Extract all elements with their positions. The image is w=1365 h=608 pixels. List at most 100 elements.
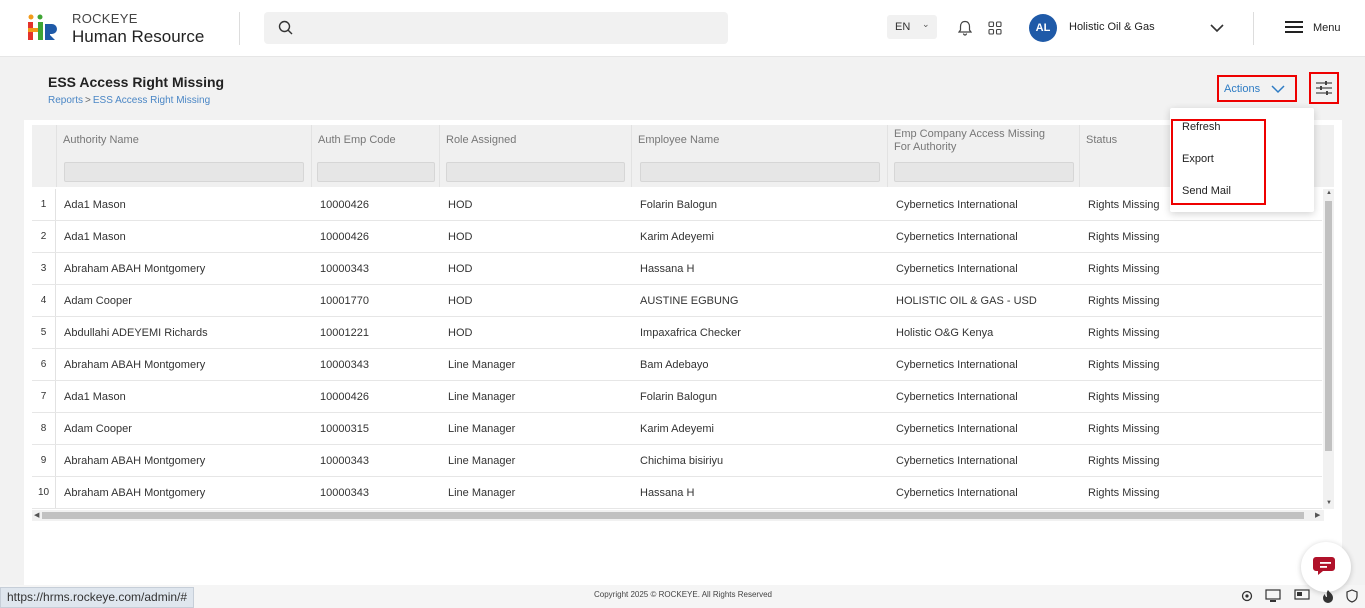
- brand[interactable]: ROCKEYE Human Resource: [72, 11, 204, 47]
- table-row[interactable]: 10 Abraham ABAH Montgomery 10000343 Line…: [32, 477, 1322, 509]
- scroll-right-arrow-icon[interactable]: ▶: [1315, 511, 1320, 519]
- menu-label[interactable]: Menu: [1313, 22, 1341, 34]
- language-select[interactable]: EN ⌄: [887, 15, 937, 39]
- column-title: Employee Name: [638, 134, 720, 146]
- cell-company: Cybernetics International: [896, 487, 1018, 499]
- cell-authority: Abraham ABAH Montgomery: [64, 487, 206, 499]
- cell-status: Rights Missing: [1088, 455, 1160, 467]
- chevron-down-icon: [1271, 85, 1285, 94]
- bell-icon[interactable]: [958, 20, 972, 36]
- column-header-role-assigned[interactable]: Role Assigned: [439, 125, 631, 187]
- column-title: Emp Company Access Missing For Authority: [894, 128, 1045, 153]
- row-number: 3: [32, 253, 56, 284]
- rockeye-logo-icon: [28, 14, 57, 40]
- search-input[interactable]: [264, 12, 728, 44]
- column-header-emp-company-access[interactable]: Emp Company Access Missing For Authority: [887, 125, 1079, 187]
- display-icon[interactable]: [1265, 589, 1281, 603]
- scrollbar-thumb[interactable]: [1325, 201, 1332, 451]
- filter-authority-name-input[interactable]: [64, 162, 304, 182]
- horizontal-scrollbar[interactable]: ◀ ▶: [32, 510, 1324, 521]
- scroll-down-arrow-icon[interactable]: ▼: [1326, 500, 1332, 506]
- cell-company: Cybernetics International: [896, 423, 1018, 435]
- chat-icon: [1313, 557, 1335, 575]
- table-header: Authority Name Auth Emp Code Role Assign…: [32, 125, 1334, 187]
- cell-code: 10000343: [320, 487, 369, 499]
- scroll-left-arrow-icon[interactable]: ◀: [34, 511, 39, 519]
- cell-authority: Abraham ABAH Montgomery: [64, 455, 206, 467]
- column-header-auth-emp-code[interactable]: Auth Emp Code: [311, 125, 439, 187]
- cell-company: Cybernetics International: [896, 455, 1018, 467]
- chat-button[interactable]: [1301, 542, 1351, 592]
- column-header-employee-name[interactable]: Employee Name: [631, 125, 887, 187]
- filter-role-assigned-input[interactable]: [446, 162, 625, 182]
- cell-employee: Karim Adeyemi: [640, 231, 714, 243]
- cell-role: Line Manager: [448, 359, 516, 371]
- cell-code: 10000343: [320, 359, 369, 371]
- cell-status: Rights Missing: [1088, 487, 1160, 499]
- settings-icon[interactable]: [1240, 589, 1254, 603]
- column-title: Status: [1086, 134, 1118, 146]
- cell-role: HOD: [448, 231, 473, 243]
- flame-icon[interactable]: [1322, 589, 1334, 603]
- cell-authority: Ada1 Mason: [64, 231, 126, 243]
- apps-grid-icon[interactable]: [988, 21, 1002, 35]
- shield-icon[interactable]: [1346, 589, 1358, 603]
- cell-status: Rights Missing: [1088, 391, 1160, 403]
- table-row[interactable]: 7 Ada1 Mason 10000426 Line Manager Folar…: [32, 381, 1322, 413]
- table-row[interactable]: 4 Adam Cooper 10001770 HOD AUSTINE EGBUN…: [32, 285, 1322, 317]
- cell-employee: AUSTINE EGBUNG: [640, 295, 739, 307]
- filter-employee-name-input[interactable]: [640, 162, 880, 182]
- cell-role: HOD: [448, 295, 473, 307]
- table-row[interactable]: 5 Abdullahi ADEYEMI Richards 10001221 HO…: [32, 317, 1322, 349]
- table-row[interactable]: 2 Ada1 Mason 10000426 HOD Karim Adeyemi …: [32, 221, 1322, 253]
- row-number: 10: [32, 477, 56, 508]
- row-number: 1: [32, 189, 56, 220]
- row-number: 8: [32, 413, 56, 444]
- table-row[interactable]: 8 Adam Cooper 10000315 Line Manager Kari…: [32, 413, 1322, 445]
- cell-code: 10001770: [320, 295, 369, 307]
- table-row[interactable]: 6 Abraham ABAH Montgomery 10000343 Line …: [32, 349, 1322, 381]
- cell-authority: Abraham ABAH Montgomery: [64, 263, 206, 275]
- hamburger-icon[interactable]: [1285, 20, 1303, 34]
- cell-employee: Bam Adebayo: [640, 359, 709, 371]
- menu-item-refresh[interactable]: Refresh: [1182, 121, 1221, 133]
- column-title: Authority Name: [63, 134, 139, 146]
- filter-emp-company-input[interactable]: [894, 162, 1074, 182]
- filter-settings-button[interactable]: [1309, 72, 1339, 104]
- scrollbar-thumb[interactable]: [42, 512, 1304, 519]
- avatar[interactable]: AL: [1029, 14, 1057, 42]
- chevron-down-icon[interactable]: [1209, 22, 1225, 34]
- filter-auth-emp-code-input[interactable]: [317, 162, 435, 182]
- cell-authority: Adam Cooper: [64, 295, 132, 307]
- cell-status: Rights Missing: [1088, 199, 1160, 211]
- breadcrumb: Reports > ESS Access Right Missing: [48, 95, 210, 106]
- cell-employee: Hassana H: [640, 487, 695, 499]
- cell-status: Rights Missing: [1088, 231, 1160, 243]
- actions-button[interactable]: Actions: [1217, 75, 1297, 102]
- vertical-scrollbar[interactable]: ▲ ▼: [1323, 189, 1334, 509]
- breadcrumb-item[interactable]: ESS Access Right Missing: [93, 95, 210, 106]
- browser-status-url: https://hrms.rockeye.com/admin/#: [0, 587, 195, 608]
- menu-item-export[interactable]: Export: [1182, 153, 1214, 165]
- table-row[interactable]: 9 Abraham ABAH Montgomery 10000343 Line …: [32, 445, 1322, 477]
- monitor-icon[interactable]: [1294, 589, 1310, 603]
- cell-role: HOD: [448, 199, 473, 211]
- cell-authority: Abraham ABAH Montgomery: [64, 359, 206, 371]
- actions-label: Actions: [1224, 82, 1261, 95]
- row-number: 4: [32, 285, 56, 316]
- row-number-header: [32, 125, 56, 187]
- cell-status: Rights Missing: [1088, 295, 1160, 307]
- column-header-authority-name[interactable]: Authority Name: [56, 125, 311, 187]
- column-title: Role Assigned: [446, 134, 517, 146]
- breadcrumb-item[interactable]: Reports: [48, 95, 83, 106]
- brand-bottom-text: Human Resource: [72, 27, 205, 46]
- row-number: 6: [32, 349, 56, 380]
- menu-item-send-mail[interactable]: Send Mail: [1182, 185, 1231, 197]
- table-row[interactable]: 1 Ada1 Mason 10000426 HOD Folarin Balogu…: [32, 189, 1322, 221]
- cell-role: HOD: [448, 327, 473, 339]
- brand-top-text: ROCKEYE: [72, 11, 138, 26]
- table-row[interactable]: 3 Abraham ABAH Montgomery 10000343 HOD H…: [32, 253, 1322, 285]
- scroll-up-arrow-icon[interactable]: ▲: [1326, 190, 1332, 196]
- company-name[interactable]: Holistic Oil & Gas: [1069, 21, 1155, 33]
- header-divider: [1253, 12, 1254, 45]
